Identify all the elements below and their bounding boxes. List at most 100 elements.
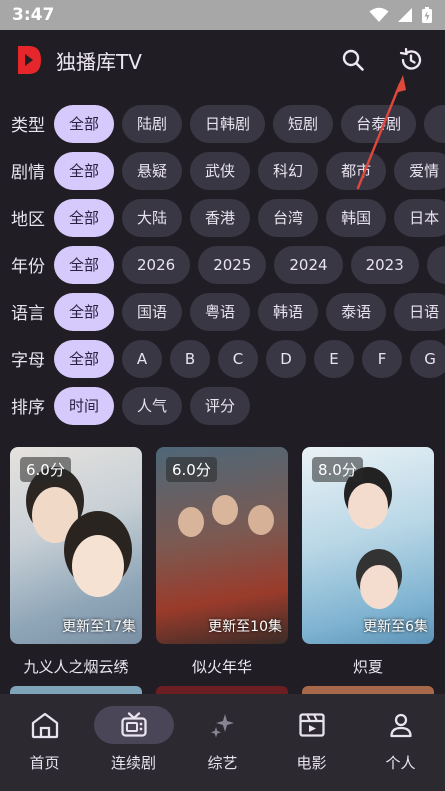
nav-label: 综艺 [207,754,238,772]
episode-update: 更新至10集 [208,619,282,635]
drama-title[interactable]: 炽夏 [302,656,434,677]
filter-chip[interactable]: 悬疑 [122,151,183,190]
filter-chip[interactable]: 短剧 [273,104,334,143]
app-bar: 独播库TV [0,30,445,90]
search-icon [342,49,364,71]
filter-chip[interactable]: C [218,339,259,378]
filter-chip[interactable]: 2023 [350,245,419,284]
wifi-icon [369,7,389,22]
nav-label: 电影 [296,754,327,772]
drama-grid: 6.0分 更新至17集 九义人之烟云绣 6.0分 更新至10集 似火年华 8.0… [0,447,445,677]
filter-chip[interactable]: 陆剧 [122,104,183,143]
filter-row-region: 地区 全部 大陆 香港 台湾 韩国 日本 [0,194,445,241]
filter-chip[interactable]: 2026 [122,245,191,284]
filter-label: 排序 [11,398,45,418]
nav-item-home[interactable]: 首页 [5,706,85,773]
filter-chip[interactable]: 武侠 [190,151,251,190]
person-icon [389,713,412,738]
drama-title[interactable]: 似火年华 [156,656,288,677]
filter-chip[interactable]: G [410,339,445,378]
filter-chip[interactable]: 台湾 [258,198,319,237]
poster-peek [156,686,288,694]
tv-icon [120,712,147,737]
filter-chip[interactable]: D [266,339,307,378]
filter-chip[interactable]: 全部 [54,104,115,143]
filter-label: 剧情 [11,163,45,183]
filter-chip[interactable]: 全部 [54,292,115,331]
filter-label: 字母 [11,351,45,371]
filter-label: 类型 [11,116,45,136]
filter-chip[interactable]: 香港 [190,198,251,237]
filter-chip[interactable]: 国语 [122,292,183,331]
filter-row-year: 年份 全部 2026 2025 2024 2023 2 [0,241,445,288]
filter-chip[interactable]: 港 [424,104,445,143]
filter-row-type: 类型 全部 陆剧 日韩剧 短剧 台泰剧 港 [0,100,445,147]
drama-poster[interactable]: 6.0分 更新至17集 [10,447,142,644]
drama-poster[interactable]: 6.0分 更新至10集 [156,447,288,644]
filter-chip[interactable]: 全部 [54,198,115,237]
filter-chip[interactable]: 都市 [326,151,387,190]
filter-chip[interactable]: 粤语 [190,292,251,331]
filter-chip[interactable]: 评分 [190,386,251,425]
score-badge: 6.0分 [166,457,217,482]
drama-card[interactable]: 6.0分 更新至17集 九义人之烟云绣 [10,447,142,677]
history-icon [399,47,422,70]
episode-update: 更新至17集 [62,619,136,635]
battery-icon [422,7,432,23]
filter-row-letter: 字母 全部 A B C D E F G [0,335,445,382]
filter-chip[interactable]: 大陆 [122,198,183,237]
nav-item-movie[interactable]: 电影 [272,706,352,773]
filter-chip[interactable]: 全部 [54,245,115,284]
poster-figure [32,487,78,543]
filter-chip[interactable]: 日语 [394,292,445,331]
filter-chip[interactable]: F [362,339,403,378]
episode-update: 更新至6集 [363,619,428,635]
filter-chip[interactable]: B [170,339,211,378]
filter-chip[interactable]: 全部 [54,339,115,378]
poster-figure [348,483,388,529]
filter-chip[interactable]: 全部 [54,151,115,190]
bottom-nav: 首页 连续剧 综艺 电影 个人 [0,694,445,791]
filter-panel: 类型 全部 陆剧 日韩剧 短剧 台泰剧 港 剧情 全部 悬疑 武侠 科幻 都市 … [0,90,445,429]
nav-item-profile[interactable]: 个人 [361,706,441,773]
status-icons [369,6,433,24]
drama-card[interactable]: 6.0分 更新至10集 似火年华 [156,447,288,677]
drama-poster[interactable]: 8.0分 更新至6集 [302,447,434,644]
filter-chip[interactable]: 2024 [274,245,343,284]
clapperboard-icon [298,713,325,737]
poster-figure [212,495,238,525]
filter-label: 语言 [11,304,45,324]
nav-label: 首页 [29,754,60,772]
nav-item-series[interactable]: 连续剧 [93,706,174,773]
drama-title[interactable]: 九义人之烟云绣 [10,656,142,677]
filter-chip[interactable]: A [122,339,163,378]
app-title: 独播库TV [56,49,142,74]
filter-chip[interactable]: 2025 [198,245,267,284]
filter-chip[interactable]: 日本 [394,198,445,237]
filter-row-language: 语言 全部 国语 粤语 韩语 泰语 日语 [0,288,445,335]
app-logo-icon [18,46,41,74]
filter-chip[interactable]: 爱情 [394,151,445,190]
filter-chip[interactable]: 科幻 [258,151,319,190]
nav-item-variety[interactable]: 综艺 [183,706,263,773]
filter-chip[interactable]: 2 [426,245,445,284]
poster-figure [360,565,398,609]
filter-chip[interactable]: 泰语 [326,292,387,331]
poster-figure [248,505,274,535]
score-badge: 6.0分 [20,457,71,482]
history-button[interactable] [391,40,431,80]
filter-chip[interactable]: 韩语 [258,292,319,331]
nav-label: 个人 [385,754,416,772]
filter-row-sort: 排序 时间 人气 评分 [0,382,445,429]
filter-chip[interactable]: 时间 [54,386,115,425]
filter-chip[interactable]: 台泰剧 [341,104,417,143]
drama-card[interactable]: 8.0分 更新至6集 炽夏 [302,447,434,677]
score-badge: 8.0分 [312,457,363,482]
filter-chip[interactable]: 韩国 [326,198,387,237]
search-button[interactable] [333,40,373,80]
status-bar: 3:47 [0,0,445,30]
filter-chip[interactable]: 人气 [122,386,183,425]
filter-label: 地区 [11,210,45,230]
filter-chip[interactable]: 日韩剧 [190,104,266,143]
filter-chip[interactable]: E [314,339,355,378]
